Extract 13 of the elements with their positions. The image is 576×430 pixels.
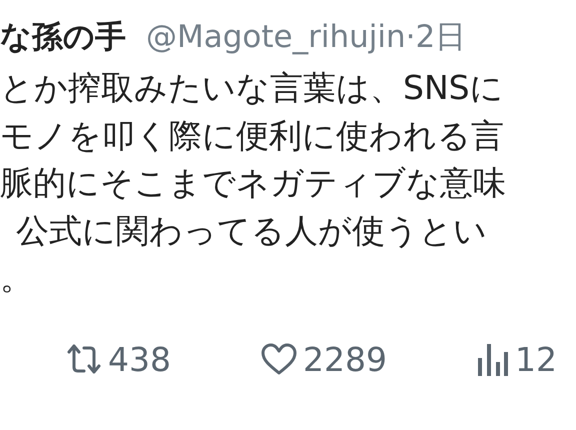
retweet-icon xyxy=(66,343,102,375)
author-name[interactable]: な孫の手 xyxy=(0,16,126,58)
heart-icon xyxy=(261,343,297,375)
views-button[interactable]: 12 xyxy=(476,340,557,378)
handle-and-time: @Magote_rihujin·2日 xyxy=(146,18,466,57)
bar-chart-icon xyxy=(476,342,509,376)
tweet-text-line: モノを叩く際に便利に使われる言 xyxy=(0,114,505,156)
like-button[interactable]: 2289 xyxy=(261,340,387,378)
tweet-text-line: 公式に関わってる人が使うとい xyxy=(15,210,488,252)
tweet-text-line: 脈的にそこまでネガティブな意味 xyxy=(0,162,507,204)
tweet-text-line: 。 xyxy=(0,257,34,299)
tweet-text-line: とか搾取みたいな言葉は、SNSに xyxy=(0,67,505,109)
retweet-button[interactable]: 438 xyxy=(66,340,171,378)
